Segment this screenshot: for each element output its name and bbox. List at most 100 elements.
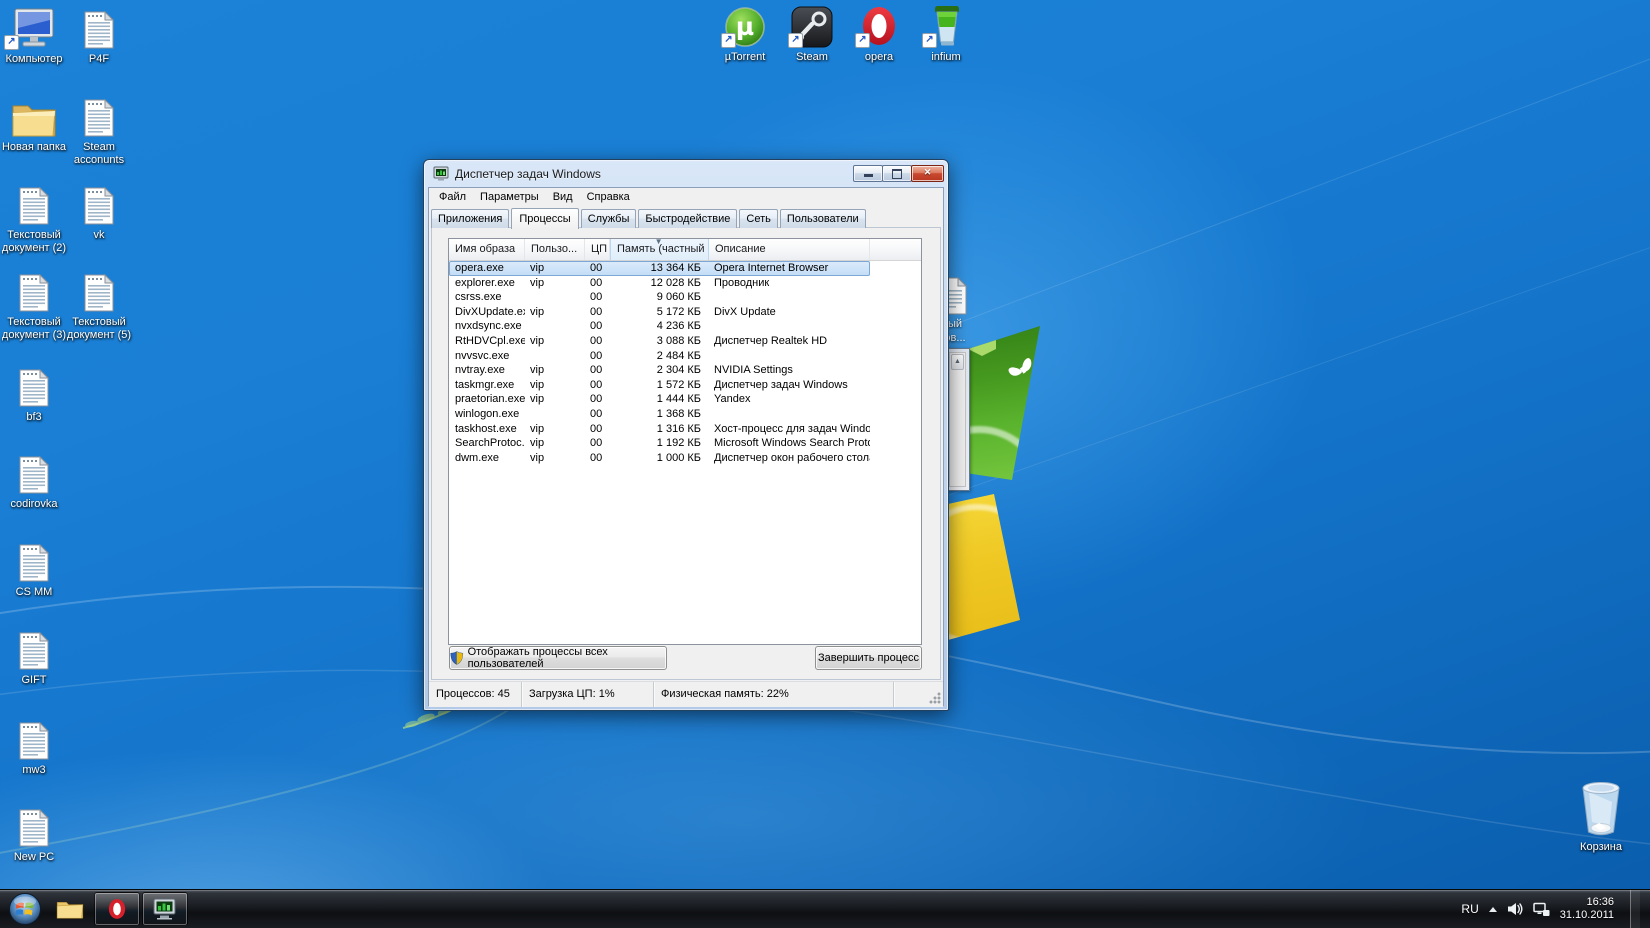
- hidden-icons-chevron-icon[interactable]: [1489, 907, 1497, 912]
- tab-users[interactable]: Пользователи: [780, 209, 866, 228]
- start-button[interactable]: [3, 891, 47, 927]
- maximize-button[interactable]: [882, 165, 912, 182]
- menu-options[interactable]: Параметры: [473, 189, 546, 205]
- tab-networking[interactable]: Сеть: [739, 209, 777, 228]
- menu-view[interactable]: Вид: [546, 189, 580, 205]
- desktop-icon[interactable]: Новая папка: [0, 96, 70, 154]
- desktop-icon[interactable]: P4F: [63, 8, 135, 66]
- desktop-icon[interactable]: ↗infium: [910, 6, 982, 64]
- textdoc-icon: [63, 96, 135, 138]
- process-row[interactable]: dwm.exevip001 000 КБДиспетчер окон рабоч…: [449, 451, 921, 466]
- clock[interactable]: 16:36 31.10.2011: [1560, 896, 1618, 922]
- process-mem: 3 088 КБ: [610, 334, 709, 349]
- process-row[interactable]: praetorian.exevip001 444 КБYandex: [449, 392, 921, 407]
- process-row-cells: praetorian.exevip001 444 КБYandex: [449, 392, 870, 407]
- textdoc-icon: [0, 719, 70, 761]
- desktop-icon-label: P4F: [63, 53, 135, 66]
- desktop-icon-label: Корзина: [1565, 841, 1637, 854]
- tab-applications[interactable]: Приложения: [431, 209, 509, 228]
- process-row[interactable]: winlogon.exe001 368 КБ: [449, 407, 921, 422]
- status-physical-memory: Физическая память: 22%: [654, 682, 894, 707]
- taskbar-task-manager-button[interactable]: [142, 892, 188, 926]
- shortcut-arrow-icon: ↗: [922, 33, 937, 48]
- desktop-icon[interactable]: ↗Компьютер: [0, 8, 70, 66]
- windows-logo-icon: [8, 892, 42, 926]
- process-row-cells: taskhost.exevip001 316 КБХост-процесс дл…: [449, 422, 870, 437]
- wallpaper-yellow-leaf: [940, 486, 1052, 648]
- desktop: ↗КомпьютерP4F Новая папкаSteam acconunts Т…: [0, 0, 1650, 928]
- tab-processes[interactable]: Процессы: [511, 208, 578, 229]
- process-name: nvvsvc.exe: [449, 349, 525, 364]
- process-row[interactable]: SearchProtoc...vip001 192 КБMicrosoft Wi…: [449, 436, 921, 451]
- desktop-icon[interactable]: Текстовый документ (3): [0, 271, 70, 342]
- process-user: vip: [525, 363, 585, 378]
- process-row-cells: winlogon.exe001 368 КБ: [449, 407, 870, 422]
- desktop-icon[interactable]: µ↗µTorrent: [709, 6, 781, 64]
- infium-icon: ↗: [910, 6, 982, 48]
- end-process-button[interactable]: Завершить процесс: [815, 646, 922, 670]
- process-desc: [709, 349, 870, 364]
- desktop-icon-label: vk: [63, 229, 135, 242]
- desktop-icon[interactable]: Текстовый документ (2): [0, 184, 70, 255]
- process-row[interactable]: csrss.exe009 060 КБ: [449, 290, 921, 305]
- column-header-cpu[interactable]: ЦП: [585, 239, 610, 260]
- network-icon[interactable]: [1533, 902, 1550, 917]
- process-row[interactable]: taskhost.exevip001 316 КБХост-процесс дл…: [449, 422, 921, 437]
- process-row[interactable]: DivXUpdate.exevip005 172 КБDivX Update: [449, 305, 921, 320]
- process-row[interactable]: nvxdsync.exe004 236 КБ: [449, 319, 921, 334]
- desktop-icon[interactable]: bf3: [0, 366, 70, 424]
- process-mem: 1 316 КБ: [610, 422, 709, 437]
- process-row[interactable]: explorer.exevip0012 028 КБПроводник: [449, 276, 921, 291]
- tab-services[interactable]: Службы: [581, 209, 637, 228]
- shortcut-arrow-icon: ↗: [4, 35, 19, 50]
- desktop-icon[interactable]: vk: [63, 184, 135, 242]
- menu-file[interactable]: Файл: [432, 189, 473, 205]
- menu-help[interactable]: Справка: [580, 189, 637, 205]
- column-header-description[interactable]: Описание: [709, 239, 870, 260]
- show-all-processes-button[interactable]: Отображать процессы всех пользователей: [449, 646, 667, 670]
- resize-grip[interactable]: [929, 692, 941, 704]
- volume-icon[interactable]: [1507, 902, 1523, 916]
- desktop-icon[interactable]: ↗opera: [843, 6, 915, 64]
- desktop-icon[interactable]: ↗Steam: [776, 6, 848, 64]
- process-row[interactable]: taskmgr.exevip001 572 КБДиспетчер задач …: [449, 378, 921, 393]
- process-row[interactable]: nvvsvc.exe002 484 КБ: [449, 349, 921, 364]
- desktop-icon-label: Новая папка: [0, 141, 70, 154]
- process-row[interactable]: RtHDVCpl.exevip003 088 КБДиспетчер Realt…: [449, 334, 921, 349]
- process-row-cells: SearchProtoc...vip001 192 КБMicrosoft Wi…: [449, 436, 870, 451]
- desktop-icon[interactable]: Текстовый документ (5): [63, 271, 135, 342]
- column-header-image-name[interactable]: Имя образа: [449, 239, 525, 260]
- folder-icon: [0, 96, 70, 138]
- column-header-user[interactable]: Пользо...: [525, 239, 585, 260]
- process-cpu: 00: [585, 378, 610, 393]
- textdoc-icon: [0, 806, 70, 848]
- desktop-icon[interactable]: GIFT: [0, 629, 70, 687]
- status-cpu-usage: Загрузка ЦП: 1%: [522, 682, 654, 707]
- tab-performance[interactable]: Быстродействие: [638, 209, 737, 228]
- language-indicator[interactable]: RU: [1461, 902, 1478, 916]
- desktop-icon[interactable]: codirovka: [0, 453, 70, 511]
- textdoc-icon: [0, 271, 70, 313]
- column-header-memory[interactable]: ▼Память (частный ...: [610, 239, 709, 260]
- close-button[interactable]: ✕: [911, 165, 944, 182]
- desktop-icon[interactable]: mw3: [0, 719, 70, 777]
- show-desktop-button[interactable]: [1630, 890, 1640, 928]
- desktop-icon[interactable]: Steam acconunts: [63, 96, 135, 167]
- desktop-icon[interactable]: New PC: [0, 806, 70, 864]
- process-row[interactable]: opera.exevip0013 364 КБOpera Internet Br…: [449, 261, 921, 276]
- taskbar-opera-button[interactable]: [94, 892, 140, 926]
- minimize-button[interactable]: [853, 165, 883, 182]
- desktop-icon-label: codirovka: [0, 498, 70, 511]
- process-name: nvtray.exe: [449, 363, 525, 378]
- process-row-cells: explorer.exevip0012 028 КБПроводник: [449, 276, 870, 291]
- process-cpu: 00: [585, 276, 610, 291]
- taskbar-explorer-button[interactable]: [48, 893, 92, 925]
- recycle-bin[interactable]: Корзина: [1565, 796, 1637, 854]
- desktop-icon-label: Текстовый документ (3): [0, 316, 70, 342]
- desktop-icon[interactable]: CS MM: [0, 541, 70, 599]
- process-mem: 4 236 КБ: [610, 319, 709, 334]
- scrollbar-up-button[interactable]: ▲: [951, 354, 964, 370]
- show-all-processes-label: Отображать процессы всех пользователей: [468, 646, 666, 670]
- scrollbar-track[interactable]: ▲: [949, 352, 966, 487]
- process-row[interactable]: nvtray.exevip002 304 КБNVIDIA Settings: [449, 363, 921, 378]
